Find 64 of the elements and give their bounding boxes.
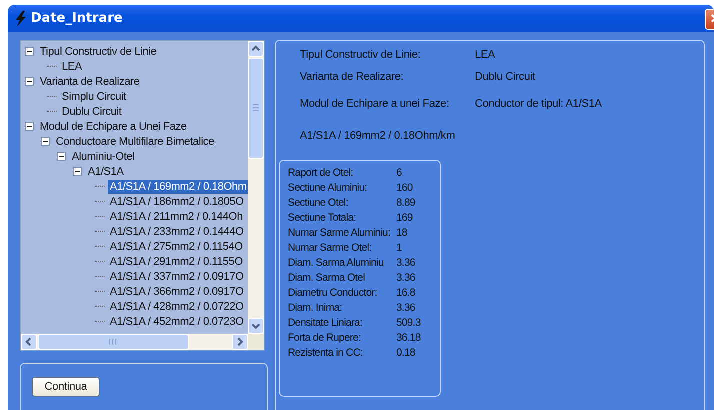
horizontal-scrollbar[interactable] xyxy=(21,334,248,350)
conductor-name: A1/S1A / 169mm2 / 0.18Ohm/km xyxy=(300,130,456,142)
tree-item[interactable]: LEA xyxy=(60,60,84,74)
tree-item[interactable]: A1/S1A / 291mm2 / 0.1155O xyxy=(108,254,245,268)
field-value: LEA xyxy=(475,49,496,61)
property-label: Rezistenta in CC: xyxy=(288,346,364,360)
property-label: Diam. Sarma Aluminiu xyxy=(288,256,385,270)
field-label: Modul de Echipare a unei Faze: xyxy=(300,98,450,110)
vertical-scrollbar[interactable] xyxy=(248,41,264,334)
property-label: Densitate Liniara: xyxy=(288,316,364,330)
tree-item[interactable]: Varianta de Realizare xyxy=(38,74,142,88)
scrollbar-corner xyxy=(248,334,264,350)
tree-item[interactable]: Aluminiu-Otel xyxy=(70,150,137,164)
lightning-icon xyxy=(14,10,27,26)
tree-item[interactable]: A1/S1A / 366mm2 / 0.0917O xyxy=(108,284,246,298)
property-value: 0.18 xyxy=(396,346,416,360)
property-label: Diametru Conductor: xyxy=(288,286,378,300)
tree-item[interactable]: Dublu Circuit xyxy=(60,104,124,118)
property-label: Diam. Inima: xyxy=(288,301,344,315)
collapse-toggle-icon[interactable] xyxy=(57,152,66,161)
property-label: Numar Sarme Aluminiu: xyxy=(288,226,390,240)
tree-item[interactable]: A1/S1A / 186mm2 / 0.1805O xyxy=(108,194,246,208)
property-value: 3.36 xyxy=(396,301,416,315)
collapse-toggle-icon[interactable] xyxy=(25,77,34,86)
property-label: Sectiune Aluminiu: xyxy=(288,181,368,195)
property-value: 1 xyxy=(396,241,403,255)
field-value: Conductor de tipul: A1/S1A xyxy=(475,98,603,110)
tree-item[interactable]: Simplu Circuit xyxy=(60,90,128,104)
collapse-toggle-icon[interactable] xyxy=(25,122,34,131)
property-value: 16.8 xyxy=(396,286,416,300)
tree-item[interactable]: A1/S1A / 211mm2 / 0.144Oh xyxy=(108,210,245,224)
property-value: 3.36 xyxy=(396,256,416,270)
property-value: 36.18 xyxy=(396,331,422,345)
tree-item[interactable]: A1/S1A / 337mm2 / 0.0917O xyxy=(108,270,246,284)
field-value: Dublu Circuit xyxy=(475,71,536,83)
property-value: 6 xyxy=(396,166,403,180)
property-value: 3.36 xyxy=(396,271,416,285)
property-value: 8.89 xyxy=(396,196,416,210)
field-label: Tipul Constructiv de Linie: xyxy=(300,49,422,61)
property-value: 509.3 xyxy=(396,316,422,330)
tree-item[interactable]: Modul de Echipare a Unei Faze xyxy=(38,120,189,134)
tree-item[interactable]: Conductoare Multifilare Bimetalice xyxy=(54,134,216,148)
continue-button[interactable]: Continua xyxy=(32,377,100,397)
field-label: Varianta de Realizare: xyxy=(300,71,405,83)
tree-item[interactable]: A1/S1A / 275mm2 / 0.1154O xyxy=(108,240,245,254)
tree-item[interactable]: A1/S1A / 452mm2 / 0.0723O xyxy=(108,314,246,328)
collapse-toggle-icon[interactable] xyxy=(25,47,34,56)
collapse-toggle-icon[interactable] xyxy=(73,167,82,176)
tree-item[interactable]: A1/S1A / 233mm2 / 0.1444O xyxy=(108,224,246,238)
property-label: Diam. Sarma Otel xyxy=(288,271,366,285)
property-label: Raport de Otel: xyxy=(288,166,354,180)
property-value: 160 xyxy=(396,181,414,195)
tree-item[interactable]: A1/S1A / 169mm2 / 0.18Ohm xyxy=(108,180,248,194)
tree-item[interactable]: A1/S1A xyxy=(86,164,126,178)
property-label: Forta de Rupere: xyxy=(288,331,362,345)
window-title: Date_Intrare xyxy=(31,11,123,26)
property-label: Sectiune Otel: xyxy=(288,196,350,210)
tree-item[interactable]: Tipul Constructiv de Linie xyxy=(38,44,159,58)
property-label: Numar Sarme Otel: xyxy=(288,241,373,255)
property-value: 169 xyxy=(396,211,414,225)
property-label: Sectiune Totala: xyxy=(288,211,358,225)
collapse-toggle-icon[interactable] xyxy=(41,137,50,146)
tree-item[interactable]: A1/S1A / 428mm2 / 0.0722O xyxy=(108,300,246,314)
property-value: 18 xyxy=(396,226,408,240)
